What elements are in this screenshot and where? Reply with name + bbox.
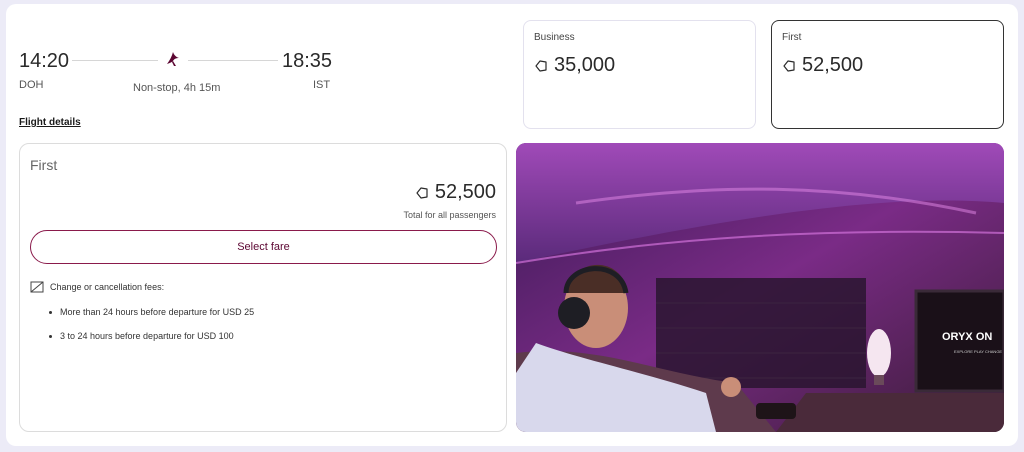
fare-total-caption: Total for all passengers <box>403 210 496 220</box>
arrival-airport-code: IST <box>313 79 331 91</box>
route-line-right <box>188 60 278 61</box>
route-line-left <box>72 60 158 61</box>
fare-tab-class-label: Business <box>534 32 575 43</box>
fee-text: 3 to 24 hours before departure for USD 1… <box>60 331 234 341</box>
fare-tab-points: 52,500 <box>782 54 863 77</box>
no-change-icon <box>30 281 44 293</box>
fare-total-points: 52,500 <box>415 181 496 204</box>
avios-tag-icon <box>416 186 428 199</box>
avios-tag-icon <box>535 59 547 72</box>
fees-heading: Change or cancellation fees: <box>30 281 164 293</box>
list-item: 3 to 24 hours before departure for USD 1… <box>49 331 254 341</box>
fees-list: More than 24 hours before departure for … <box>49 307 254 355</box>
arrival-time: 18:35 <box>282 50 333 72</box>
departure-time: 14:20 <box>19 50 70 72</box>
fare-tab-first[interactable]: First 52,500 <box>771 20 1004 129</box>
departure-airport-code: DOH <box>19 79 44 91</box>
fee-text: More than 24 hours before departure for … <box>60 307 255 317</box>
list-item: More than 24 hours before departure for … <box>49 307 254 317</box>
fare-tab-points-value: 35,000 <box>554 54 616 76</box>
fare-total-points-value: 52,500 <box>434 181 496 203</box>
cabin-photo: ORYX ON EXPLORE PLAY CHANGE <box>516 143 1004 432</box>
fare-detail-panel: First 52,500 Total for all passengers Se… <box>19 143 507 432</box>
screen-brand: ORYX ON <box>942 331 992 343</box>
screen-tagline: EXPLORE PLAY CHANGE <box>954 349 1002 354</box>
fees-heading-label: Change or cancellation fees: <box>50 282 165 292</box>
fare-tab-points-value: 52,500 <box>802 54 864 76</box>
flight-duration: Non-stop, 4h 15m <box>133 82 221 94</box>
fare-tab-business[interactable]: Business 35,000 <box>523 20 756 129</box>
airline-logo-icon <box>167 52 179 66</box>
fare-tab-points: 35,000 <box>534 54 615 77</box>
fare-class-title: First <box>30 157 58 173</box>
select-fare-button[interactable]: Select fare <box>30 230 497 264</box>
fare-tab-class-label: First <box>782 32 802 43</box>
flight-details-link[interactable]: Flight details <box>19 117 81 128</box>
avios-tag-icon <box>783 59 795 72</box>
